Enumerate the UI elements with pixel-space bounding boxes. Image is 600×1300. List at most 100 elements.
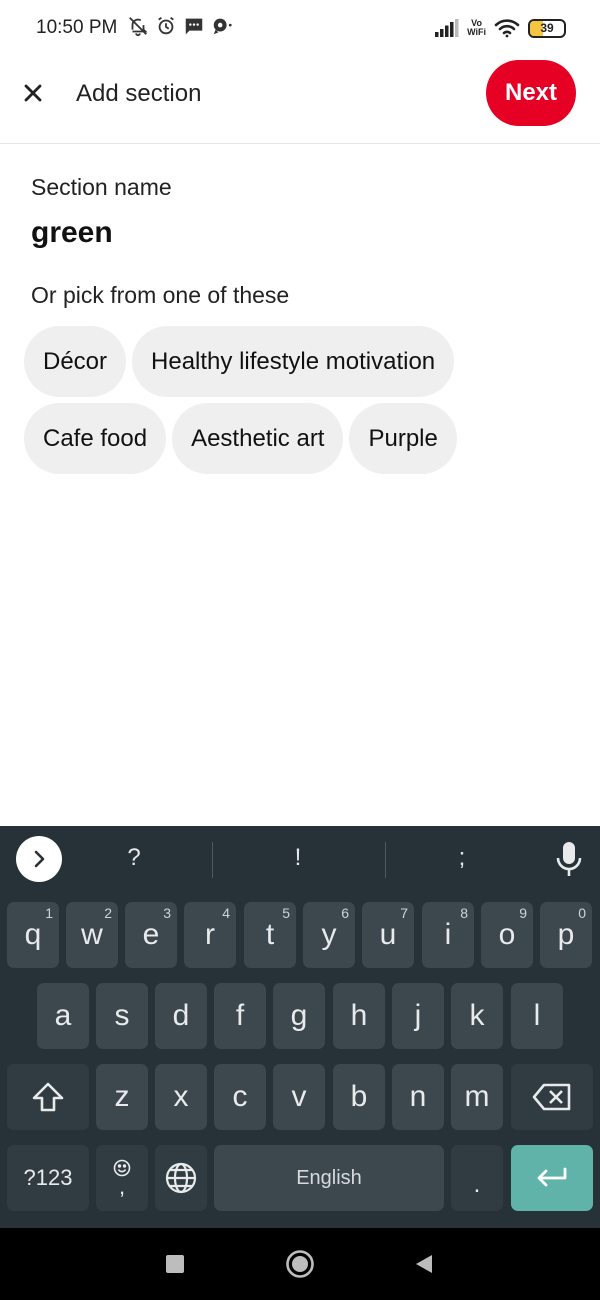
key-hint: 0 bbox=[578, 905, 586, 921]
screen: 10:50 PM Vo WiFi 39 Add section Next Sec… bbox=[0, 0, 600, 1300]
key-hint: 9 bbox=[519, 905, 527, 921]
comma-label: , bbox=[118, 1174, 126, 1199]
suggestion-chips: Décor Healthy lifestyle motivation Cafe … bbox=[24, 326, 584, 474]
key-w[interactable]: w2 bbox=[66, 902, 118, 968]
key-n[interactable]: n bbox=[392, 1064, 444, 1130]
language-key[interactable] bbox=[155, 1145, 207, 1211]
key-label: u bbox=[379, 918, 397, 951]
key-hint: 3 bbox=[163, 905, 171, 921]
key-c[interactable]: c bbox=[214, 1064, 266, 1130]
status-system-icons: Vo WiFi 39 bbox=[435, 18, 566, 38]
voice-input-button[interactable] bbox=[552, 840, 586, 880]
suggestion-chip-aesthetic-art[interactable]: Aesthetic art bbox=[172, 403, 344, 474]
enter-key[interactable] bbox=[511, 1145, 593, 1211]
key-p[interactable]: p0 bbox=[540, 902, 592, 968]
key-g[interactable]: g bbox=[273, 983, 325, 1049]
close-button[interactable] bbox=[16, 76, 50, 110]
suggestion-chip-healthy-lifestyle-motivation[interactable]: Healthy lifestyle motivation bbox=[132, 326, 455, 397]
key-label: t bbox=[265, 918, 275, 951]
chevron-right-icon bbox=[34, 850, 45, 868]
key-label: w bbox=[81, 918, 103, 951]
key-d[interactable]: d bbox=[155, 983, 207, 1049]
section-name-label: Section name bbox=[31, 174, 172, 200]
status-notification-icons bbox=[127, 15, 233, 42]
key-label: i bbox=[444, 918, 452, 951]
backspace-icon bbox=[532, 1083, 571, 1111]
key-hint: 4 bbox=[222, 905, 230, 921]
status-bar: 10:50 PM Vo WiFi 39 bbox=[0, 0, 600, 56]
wifi-icon bbox=[494, 18, 520, 38]
suggestion-chip-purple[interactable]: Purple bbox=[349, 403, 457, 474]
key-r[interactable]: r4 bbox=[184, 902, 236, 968]
key-s[interactable]: s bbox=[96, 983, 148, 1049]
key-v[interactable]: v bbox=[273, 1064, 325, 1130]
key-hint: 7 bbox=[400, 905, 408, 921]
shift-key[interactable] bbox=[7, 1064, 89, 1130]
shift-icon bbox=[32, 1082, 64, 1112]
suggestion-divider bbox=[385, 842, 386, 878]
key-q[interactable]: q1 bbox=[7, 902, 59, 968]
message-icon bbox=[183, 15, 205, 42]
close-icon bbox=[24, 84, 42, 102]
signal-icon bbox=[435, 19, 459, 37]
key-k[interactable]: k bbox=[451, 983, 503, 1049]
globe-icon bbox=[165, 1162, 197, 1194]
home-circle-icon bbox=[286, 1250, 314, 1278]
pick-suggestion-label: Or pick from one of these bbox=[31, 282, 290, 308]
key-hint: 5 bbox=[282, 905, 290, 921]
key-o[interactable]: o9 bbox=[481, 902, 533, 968]
key-u[interactable]: u7 bbox=[362, 902, 414, 968]
enter-icon bbox=[537, 1167, 567, 1187]
key-label: q bbox=[24, 918, 42, 951]
key-b[interactable]: b bbox=[333, 1064, 385, 1130]
key-hint: 8 bbox=[460, 905, 468, 921]
keyboard-suggestion-3[interactable]: ; bbox=[432, 844, 492, 872]
home-button[interactable] bbox=[282, 1246, 318, 1282]
space-key[interactable]: English bbox=[214, 1145, 444, 1211]
key-h[interactable]: h bbox=[333, 983, 385, 1049]
key-y[interactable]: y6 bbox=[303, 902, 355, 968]
key-hint: 2 bbox=[104, 905, 112, 921]
key-t[interactable]: t5 bbox=[244, 902, 296, 968]
keyboard-expand-button[interactable] bbox=[16, 836, 62, 882]
on-screen-keyboard: ? ! ; q1 w2 e3 r4 t5 y6 u7 i8 o9 p0 a s … bbox=[0, 826, 600, 1228]
key-l[interactable]: l bbox=[511, 983, 563, 1049]
space-key-label: English bbox=[296, 1166, 362, 1189]
key-z[interactable]: z bbox=[96, 1064, 148, 1130]
key-j[interactable]: j bbox=[392, 983, 444, 1049]
top-app-bar: Add section Next bbox=[0, 56, 600, 144]
battery-level: 39 bbox=[540, 21, 554, 35]
key-i[interactable]: i8 bbox=[422, 902, 474, 968]
system-navigation-bar bbox=[0, 1228, 600, 1300]
suggestion-chip-decor[interactable]: Décor bbox=[24, 326, 127, 397]
status-time: 10:50 PM bbox=[36, 17, 118, 38]
key-m[interactable]: m bbox=[451, 1064, 503, 1130]
period-key[interactable]: . bbox=[451, 1145, 503, 1211]
alarm-icon bbox=[155, 15, 177, 42]
chat-bubble-icon bbox=[211, 15, 233, 42]
suggestion-chip-cafe-food[interactable]: Cafe food bbox=[24, 403, 167, 474]
symbols-key[interactable]: ?123 bbox=[7, 1145, 89, 1211]
key-label: r bbox=[205, 918, 215, 951]
key-label: y bbox=[321, 918, 337, 951]
battery-icon: 39 bbox=[528, 18, 566, 38]
keyboard-suggestion-1[interactable]: ? bbox=[104, 844, 164, 872]
emoji-comma-key[interactable]: , bbox=[96, 1145, 148, 1211]
next-button[interactable]: Next bbox=[486, 60, 576, 126]
recents-button[interactable] bbox=[157, 1246, 193, 1282]
key-hint: 1 bbox=[45, 905, 53, 921]
key-a[interactable]: a bbox=[37, 983, 89, 1049]
key-f[interactable]: f bbox=[214, 983, 266, 1049]
back-button[interactable] bbox=[406, 1246, 442, 1282]
backspace-key[interactable] bbox=[511, 1064, 593, 1130]
key-label: p bbox=[557, 918, 575, 951]
microphone-icon bbox=[556, 842, 582, 876]
section-name-input[interactable] bbox=[31, 212, 571, 254]
key-label: o bbox=[498, 918, 516, 951]
period-label: . bbox=[473, 1171, 481, 1198]
key-e[interactable]: e3 bbox=[125, 902, 177, 968]
key-x[interactable]: x bbox=[155, 1064, 207, 1130]
vowifi-indicator: Vo WiFi bbox=[467, 19, 486, 37]
back-triangle-icon bbox=[416, 1255, 432, 1273]
keyboard-suggestion-2[interactable]: ! bbox=[268, 844, 328, 872]
